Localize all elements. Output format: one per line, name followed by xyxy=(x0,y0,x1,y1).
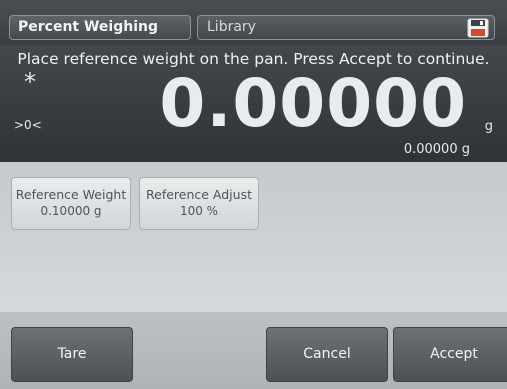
floppy-disk-icon[interactable] xyxy=(467,18,489,38)
tab-library[interactable]: Library xyxy=(197,15,495,40)
weight-display: Place reference weight on the pan. Press… xyxy=(0,45,507,162)
cancel-button[interactable]: Cancel xyxy=(266,327,388,382)
reference-adjust-label: Reference Adjust xyxy=(146,187,252,202)
top-bar: Percent Weighing Library xyxy=(0,0,507,45)
action-bar: Tare Cancel Accept xyxy=(0,312,507,389)
tab-percent-weighing[interactable]: Percent Weighing xyxy=(9,15,191,40)
secondary-readout: 0.00000 g xyxy=(403,142,470,157)
reference-adjust-button[interactable]: Reference Adjust 100 % xyxy=(139,177,259,230)
weight-readout: 0.00000 xyxy=(159,65,467,142)
reference-weight-label: Reference Weight xyxy=(15,187,127,202)
zero-indicator: >0< xyxy=(14,118,42,132)
stability-indicator: * xyxy=(24,68,36,96)
reference-weight-button[interactable]: Reference Weight 0.10000 g xyxy=(11,177,131,230)
library-label: Library xyxy=(207,19,256,35)
reference-adjust-value: 100 % xyxy=(179,204,219,218)
weight-unit: g xyxy=(484,119,493,134)
parameter-area: Reference Weight 0.10000 g Reference Adj… xyxy=(0,162,507,312)
reference-weight-value: 0.10000 g xyxy=(40,204,102,218)
tare-button[interactable]: Tare xyxy=(11,327,133,382)
accept-button[interactable]: Accept xyxy=(393,327,507,382)
